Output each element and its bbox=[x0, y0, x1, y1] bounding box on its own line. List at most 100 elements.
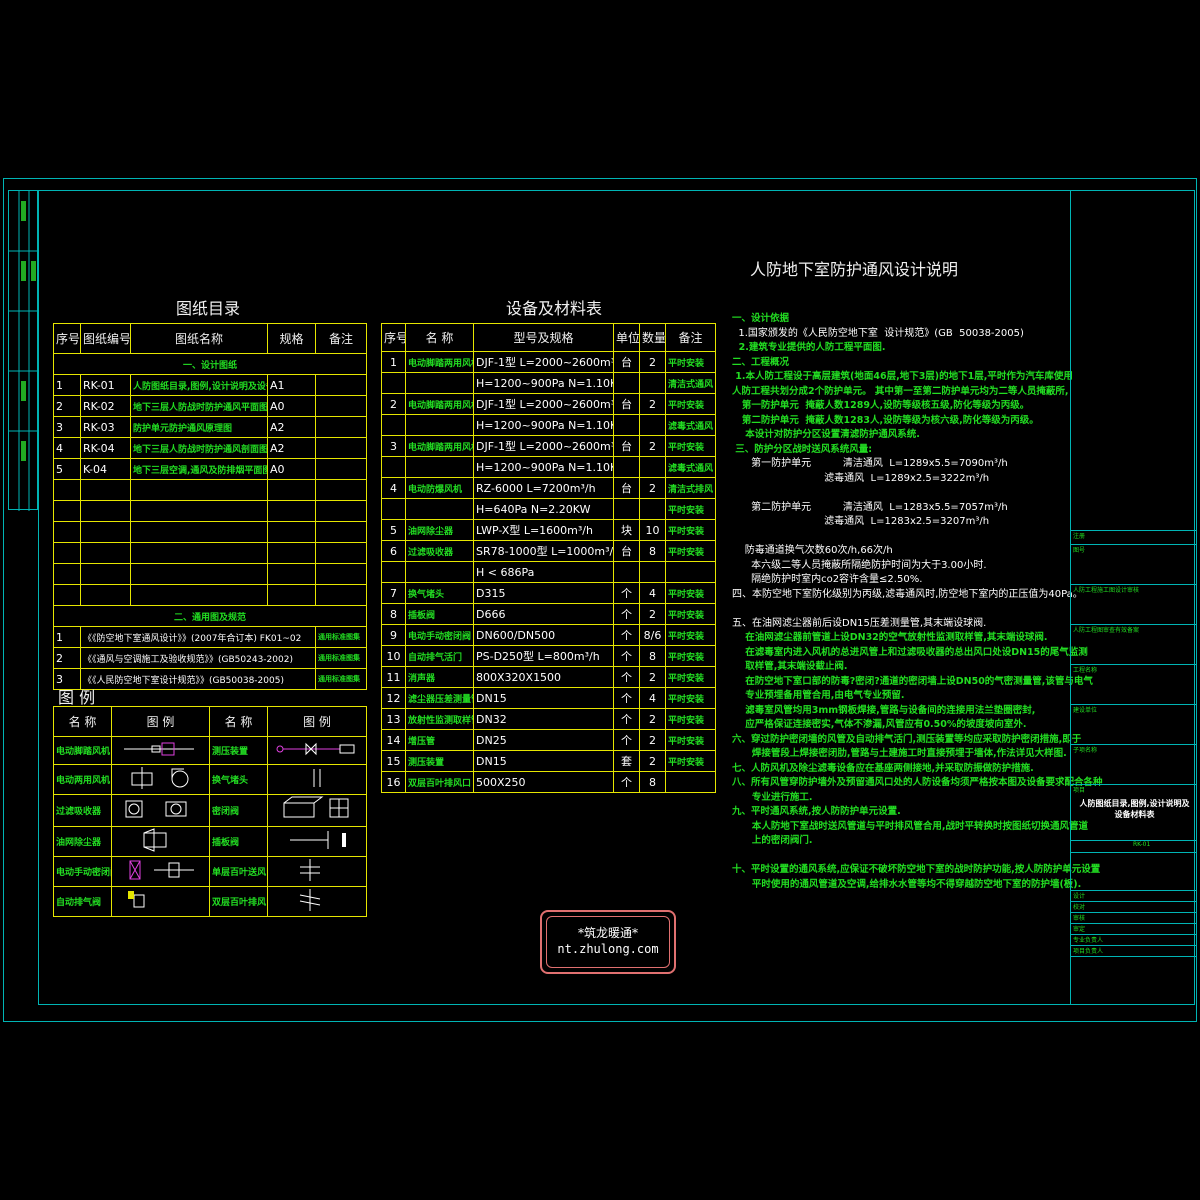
table-cell: DJF-1型 L=2000~2600m³/h bbox=[473, 393, 614, 415]
table-row: H=1200~900Pa N=1.10KW 滤毒式通风 bbox=[381, 414, 716, 436]
title-block-row: 人防工程图审查有效备案 bbox=[1071, 624, 1196, 664]
title-block-row: 建设单位 bbox=[1071, 704, 1196, 744]
note-line: 上的密闭阀门. bbox=[732, 835, 813, 846]
table-cell: 平时安装 bbox=[665, 645, 716, 667]
table-cell: 4 bbox=[381, 477, 406, 499]
table-cell: 个 bbox=[613, 582, 640, 604]
table-cell: H=1200~900Pa N=1.10KW bbox=[473, 372, 614, 394]
table-cell bbox=[405, 561, 474, 583]
insert-valve-icon bbox=[290, 831, 346, 849]
note-line: 应严格保证连接密实,气体不渗漏,风管应有0.50%的坡度坡向室外. bbox=[732, 719, 1027, 730]
table-cell: 个 bbox=[613, 771, 640, 793]
table-cell: 10 bbox=[381, 645, 406, 667]
header-cell: 单位 bbox=[613, 323, 640, 352]
table-cell bbox=[613, 414, 640, 436]
header-cell: 图 例 bbox=[267, 706, 367, 737]
empty-row bbox=[53, 479, 367, 501]
table-cell: 平时安装 bbox=[665, 603, 716, 625]
note-line: 平时使用的通风管道及空调,给排水水管等均不得穿越防空地下室的防护墙(板). bbox=[732, 878, 1082, 890]
table-cell: 1 bbox=[381, 351, 406, 373]
header-cell: 规格 bbox=[267, 323, 316, 354]
note-line bbox=[732, 849, 1072, 864]
table-cell bbox=[639, 498, 666, 520]
table-cell: 个 bbox=[613, 603, 640, 625]
table-row: H=1200~900Pa N=1.10KW 清洁式通风 bbox=[381, 372, 716, 394]
table-cell: 油网除尘器 bbox=[405, 519, 474, 541]
table-cell: 11 bbox=[381, 666, 406, 688]
table-row: 3 《《人民防空地下室设计规范》》(GB50038-2005) 通用标准图集 bbox=[53, 668, 367, 690]
table-cell bbox=[381, 498, 406, 520]
table-row: H=1200~900Pa N=1.10KW 滤毒式通风 bbox=[381, 456, 716, 478]
table-cell: 8 bbox=[639, 645, 666, 667]
table-cell: 电动脚踏两用风机 bbox=[405, 393, 474, 415]
equipment-table: 序号 名 称 型号及规格 单位 数量 备注 1电动脚踏两用风机DJF-1型 L=… bbox=[381, 323, 716, 793]
table-cell: LWP-X型 L=1600m³/h bbox=[473, 519, 614, 541]
legend-title: 图 例 bbox=[58, 688, 96, 707]
table-cell: 8 bbox=[639, 771, 666, 793]
header-cell: 名 称 bbox=[53, 706, 112, 737]
table-cell: D666 bbox=[473, 603, 614, 625]
note-line: 1.本人防工程设于高层建筑(地面46层,地下3层)的地下1层,平时作为汽车库使用 bbox=[732, 371, 1073, 382]
section-heading: 二、通用图及规范 bbox=[53, 605, 367, 627]
table-row: 2 RK-02 地下三层人防战时防护通风平面图 A0 bbox=[53, 395, 367, 417]
binding-strip-lines bbox=[9, 191, 39, 511]
table-cell: 800X320X1500 bbox=[473, 666, 614, 688]
table-cell bbox=[381, 456, 406, 478]
table-row: 2 电动脚踏两用风机 DJF-1型 L=2000~2600m³/h 台 2 平时安装 bbox=[381, 393, 716, 415]
drawing-number: RK-01 bbox=[1133, 841, 1151, 848]
manual-airtight-valve-icon bbox=[129, 860, 194, 880]
table-cell: 15 bbox=[381, 750, 406, 772]
table-cell bbox=[405, 498, 474, 520]
table-cell: 16 bbox=[381, 771, 406, 793]
table-cell: 台 bbox=[613, 351, 640, 373]
table-cell: 2 bbox=[639, 435, 666, 457]
note-line: 七、人防风机及除尘滤毒设备应在基座两侧接地,并采取防振做防护措施. bbox=[732, 762, 1034, 774]
table-row: 9 电动手动密闭阀 DN600/DN500 个 8/6 平时安装 bbox=[381, 624, 716, 646]
table-cell: 个 bbox=[613, 666, 640, 688]
note-line: 隔绝防护时室内co2容许含量≤2.50%. bbox=[732, 574, 923, 585]
note-line: 一、设计依据 bbox=[732, 313, 790, 324]
table-cell: 平时安装 bbox=[665, 666, 716, 688]
table-row: 1 《《防空地下室通风设计》》(2007年合订本) FK01~02 通用标准图集 bbox=[53, 626, 367, 648]
table-cell bbox=[639, 456, 666, 478]
table-row: 6 过滤吸收器 SR78-1000型 L=1000m³/h 台 8 平时安装 bbox=[381, 540, 716, 562]
binding-margin-strip bbox=[8, 190, 39, 511]
table-cell: 8 bbox=[639, 540, 666, 562]
note-line: 2.建筑专业提供的人防工程平面图. bbox=[732, 342, 886, 353]
table-cell: 过滤吸收器 bbox=[405, 540, 474, 562]
dual-fan-icon bbox=[131, 767, 189, 789]
table-cell bbox=[639, 561, 666, 583]
table-cell: DJF-1型 L=2000~2600m³/h bbox=[473, 351, 614, 373]
table-cell: 平时安装 bbox=[665, 624, 716, 646]
header-cell: 型号及规格 bbox=[473, 323, 614, 352]
note-line: 在油网滤尘器前管道上设DN32的空气放射性监测取样管,其末端设球阀. bbox=[732, 632, 1048, 643]
title-block: 注册 图号 人防工程施工图设计审核 人防工程图审查有效备案 工程名称 建设单位 … bbox=[1070, 190, 1196, 1005]
empty-row bbox=[53, 563, 367, 585]
table-row: 3 RK-03 防护单元防护通风原理图 A2 bbox=[53, 416, 367, 438]
table-cell: 平时安装 bbox=[665, 519, 716, 541]
table-cell: 清洁式通风 bbox=[665, 372, 716, 394]
title-block-row: 人防工程施工图设计审核 bbox=[1071, 584, 1196, 624]
table-row: H < 686Pa bbox=[381, 561, 716, 583]
table-cell: 平时安装 bbox=[665, 393, 716, 415]
note-line: 第一防护单元 清洁通风 L=1289x5.5=7090m³/h bbox=[732, 458, 1008, 469]
table-row: 15 测压装置 DN15 套 2 平时安装 bbox=[381, 750, 716, 772]
table-row: 13 放射性监测取样管 DN32 个 2 平时安装 bbox=[381, 708, 716, 730]
table-row: 12 滤尘器压差测量管 DN15 个 4 平时安装 bbox=[381, 687, 716, 709]
oil-net-dust-icon bbox=[143, 828, 167, 852]
header-cell: 图 例 bbox=[111, 706, 210, 737]
title-block-row: 专业负责人 bbox=[1071, 934, 1196, 945]
header-cell: 图纸编号 bbox=[80, 323, 131, 354]
title-block-row: 工程名称 bbox=[1071, 664, 1196, 704]
note-line: 专业预埋备用管合用,由电气专业预留. bbox=[732, 690, 905, 701]
note-line: 1.国家颁发的《人民防空地下室 设计规范》(GB 50038-2005) bbox=[732, 327, 1024, 339]
table-cell bbox=[405, 456, 474, 478]
drawing-number-row: RK-01 bbox=[1071, 840, 1196, 852]
header-cell: 数量 bbox=[639, 323, 666, 352]
table-cell bbox=[639, 372, 666, 394]
table-cell: 3 bbox=[381, 435, 406, 457]
note-line: 在防空地下室口部的防毒?密闭?通道的密闭墙上设DN50的气密测量管,该管与电气 bbox=[732, 675, 1093, 687]
note-line: 十、平时设置的通风系统,应保证不破坏防空地下室的战时防护功能,按人防防护单元设置 bbox=[732, 864, 1101, 875]
note-line: 在滤毒室内进入风机的总进风管上和过滤吸收器的总出风口处设DN15的尾气监测 bbox=[732, 646, 1088, 658]
table-cell: 个 bbox=[613, 708, 640, 730]
